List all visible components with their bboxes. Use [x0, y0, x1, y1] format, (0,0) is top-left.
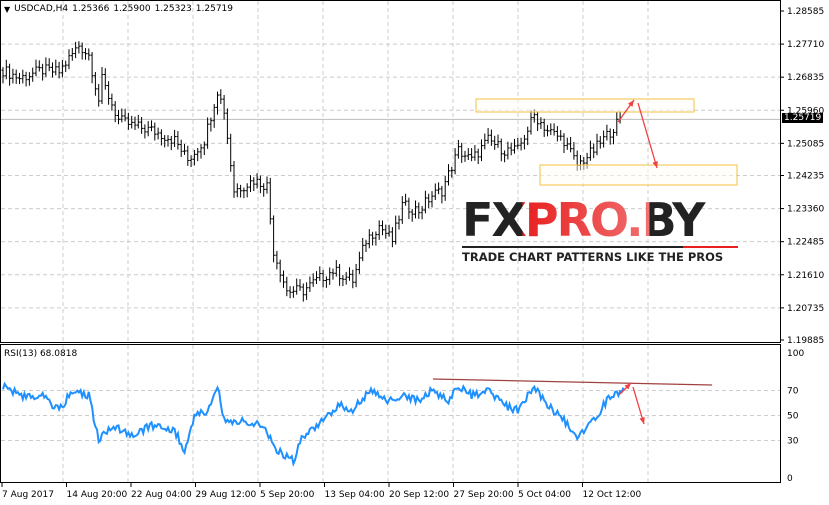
chart-window: 1.28585 1.27710 1.26835 1.25960 1.25085 1.242… [0, 0, 829, 505]
y-tick-label: 1.20735 [787, 304, 824, 314]
x-tick-label: 22 Aug 04:00 [131, 490, 192, 500]
y-tick-label: 1.22485 [787, 238, 824, 248]
rsi-tick-label: 50 [787, 412, 799, 422]
x-tick-label: 5 Oct 04:00 [518, 490, 571, 500]
current-price-tag: 1.25719 [782, 113, 824, 123]
y-tick-label: 1.26835 [787, 73, 824, 83]
x-tick-label: 27 Sep 20:00 [454, 490, 514, 500]
y-tick-label: 1.24235 [787, 172, 824, 182]
logo-text: FXPRO.BY [462, 196, 738, 244]
symbol-label: USDCAD,H4 [14, 4, 69, 14]
x-tick-label: 29 Aug 12:00 [196, 490, 257, 500]
open-value: 1.25366 [72, 4, 110, 14]
logo-tagline: TRADE CHART PATTERNS LIKE THE PROS [462, 250, 724, 264]
x-tick-label: 14 Aug 20:00 [67, 490, 128, 500]
rsi-tick-label: 30 [787, 437, 799, 447]
rsi-pane-border [0, 344, 781, 483]
high-value: 1.25900 [113, 4, 151, 14]
y-tick-label: 1.23360 [787, 205, 824, 215]
x-tick-label: 7 Aug 2017 [2, 490, 54, 500]
rsi-tick-label: 0 [787, 474, 793, 484]
rsi-trendline [432, 378, 713, 386]
x-tick-label: 20 Sep 12:00 [389, 490, 449, 500]
chart-header: ▼ USDCAD,H4 1.25366 1.25900 1.25323 1.25… [4, 4, 233, 14]
x-tick-label: 5 Sep 20:00 [260, 490, 315, 500]
y-tick-label: 1.27710 [787, 40, 824, 50]
fxpro-logo: FXPRO.BY TRADE CHART PATTERNS LIKE THE P… [462, 196, 738, 264]
x-tick-label: 13 Sep 04:00 [325, 490, 385, 500]
x-tick-label: 12 Oct 12:00 [583, 490, 642, 500]
close-value: 1.25719 [195, 4, 233, 14]
low-value: 1.25323 [154, 4, 192, 14]
y-tick-label: 1.25085 [787, 139, 824, 149]
rsi-tick-label: 70 [787, 387, 799, 397]
y-tick-label: 1.21610 [787, 271, 824, 281]
dropdown-triangle-icon[interactable]: ▼ [4, 5, 10, 14]
rsi-tick-label: 100 [787, 349, 804, 359]
target-zone-box [539, 164, 738, 186]
resistance-zone-box [475, 98, 695, 113]
y-tick-label: 1.28585 [787, 7, 824, 17]
rsi-down-arrow-head [639, 417, 645, 424]
rsi-line [2, 381, 625, 467]
rsi-header: RSI(13) 68.0818 [4, 349, 78, 359]
y-tick-label: 1.19885 [787, 336, 824, 346]
